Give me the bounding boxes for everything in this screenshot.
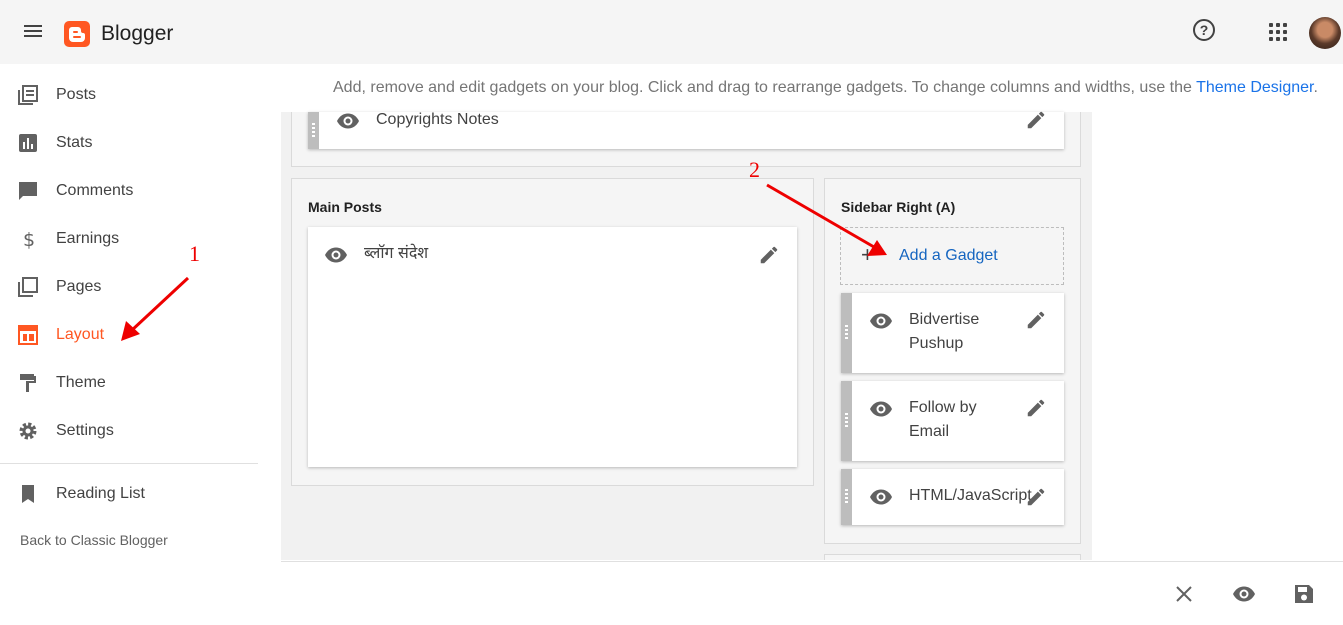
sidebar-item-label: Layout (56, 326, 105, 343)
save-icon[interactable] (1292, 582, 1316, 606)
gear-icon (19, 422, 37, 440)
svg-text:$: $ (23, 229, 35, 249)
gadget-html-javascript[interactable]: HTML/JavaScript (841, 469, 1064, 525)
nav-divider (0, 463, 258, 464)
avatar[interactable] (1309, 17, 1341, 49)
eye-icon[interactable] (869, 397, 893, 421)
section-title: Sidebar Right (A) (841, 199, 956, 215)
edit-pencil-icon[interactable] (1025, 109, 1047, 131)
layout-help-text: Add, remove and edit gadgets on your blo… (333, 79, 1318, 97)
pages-icon (18, 277, 38, 297)
layout-icon (18, 325, 38, 345)
bottom-action-bar (281, 561, 1343, 625)
comments-icon (19, 182, 37, 200)
dollar-icon: $ (23, 229, 35, 249)
drag-handle[interactable] (841, 381, 852, 461)
top-app-bar: Blogger ? (0, 0, 1343, 64)
gadget-title-line: Bidvertise (909, 311, 980, 328)
gadget-title-line: Pushup (909, 335, 964, 352)
gadget-title-line: Email (909, 423, 950, 440)
blogger-logo[interactable] (64, 21, 90, 47)
gadget-title: Copyrights Notes (376, 111, 499, 128)
drag-handle[interactable] (308, 112, 319, 149)
add-gadget-label: Add a Gadget (899, 247, 998, 264)
stats-icon (19, 134, 37, 152)
gadget-title: HTML/JavaScript (909, 487, 1032, 504)
sidebar-item-pages[interactable]: Pages (0, 267, 258, 307)
sidebar-item-label: Stats (56, 134, 93, 151)
sidebar-item-label: Posts (56, 86, 97, 103)
sidebar-item-theme[interactable]: Theme (0, 363, 258, 403)
sidebar-item-label: Reading List (56, 485, 145, 502)
paint-roller-icon (20, 374, 36, 392)
edit-pencil-icon[interactable] (758, 244, 780, 266)
eye-icon[interactable] (336, 109, 360, 133)
help-icon[interactable]: ? (1193, 19, 1215, 41)
gadget-blog-posts[interactable]: ब्लॉग संदेश (308, 227, 797, 467)
sidebar-item-layout[interactable]: Layout (0, 315, 258, 355)
sidebar-item-comments[interactable]: Comments (0, 171, 258, 211)
sidebar-item-reading-list[interactable]: Reading List (0, 474, 258, 514)
app-title[interactable]: Blogger (101, 22, 173, 46)
annotation-number-two: 2 (749, 157, 760, 182)
gadget-title-line: Follow by (909, 399, 977, 416)
sidebar-item-label: Earnings (56, 230, 120, 247)
section-title: Main Posts (308, 199, 382, 215)
sidebar-item-label: Comments (56, 182, 134, 199)
help-text: Add, remove and edit gadgets on your blo… (333, 79, 1197, 96)
plus-icon: + (861, 242, 874, 267)
sidebar-item-label: Pages (56, 278, 102, 295)
eye-icon[interactable] (869, 485, 893, 509)
bookmark-icon (22, 485, 34, 503)
posts-icon (18, 85, 38, 105)
sidebar-item-posts[interactable]: Posts (0, 75, 258, 115)
edit-pencil-icon[interactable] (1025, 397, 1047, 419)
eye-icon[interactable] (869, 309, 893, 333)
google-apps-icon[interactable] (1269, 23, 1287, 41)
edit-pencil-icon[interactable] (1025, 486, 1047, 508)
close-icon[interactable] (1172, 582, 1196, 606)
theme-designer-link[interactable]: Theme Designer (1196, 79, 1313, 96)
drag-handle[interactable] (841, 293, 852, 373)
hamburger-menu-icon[interactable] (24, 22, 46, 42)
gadget-copyrights-notes[interactable]: Copyrights Notes (308, 109, 1064, 149)
gadget-title: Bidvertise Pushup (909, 308, 979, 356)
gadget-title: ब्लॉग संदेश (364, 245, 429, 262)
drag-handle[interactable] (841, 469, 852, 525)
sidebar-item-stats[interactable]: Stats (0, 123, 258, 163)
gadget-bidvertise-pushup[interactable]: Bidvertise Pushup (841, 293, 1064, 373)
sidebar-item-label: Theme (56, 374, 106, 391)
help-text-end: . (1313, 79, 1318, 96)
preview-eye-icon[interactable] (1232, 582, 1256, 606)
eye-icon[interactable] (324, 243, 348, 267)
back-to-classic-link[interactable]: Back to Classic Blogger (20, 532, 168, 548)
sidebar-item-settings[interactable]: Settings (0, 411, 258, 451)
edit-pencil-icon[interactable] (1025, 309, 1047, 331)
annotation-number-one: 1 (189, 241, 200, 266)
sidebar-item-earnings[interactable]: $ Earnings (0, 219, 258, 259)
add-gadget-button[interactable]: + Add a Gadget (840, 227, 1064, 285)
gadget-title: Follow by Email (909, 396, 977, 444)
next-section (824, 554, 1081, 560)
gadget-follow-by-email[interactable]: Follow by Email (841, 381, 1064, 461)
sidebar-item-label: Settings (56, 422, 114, 439)
